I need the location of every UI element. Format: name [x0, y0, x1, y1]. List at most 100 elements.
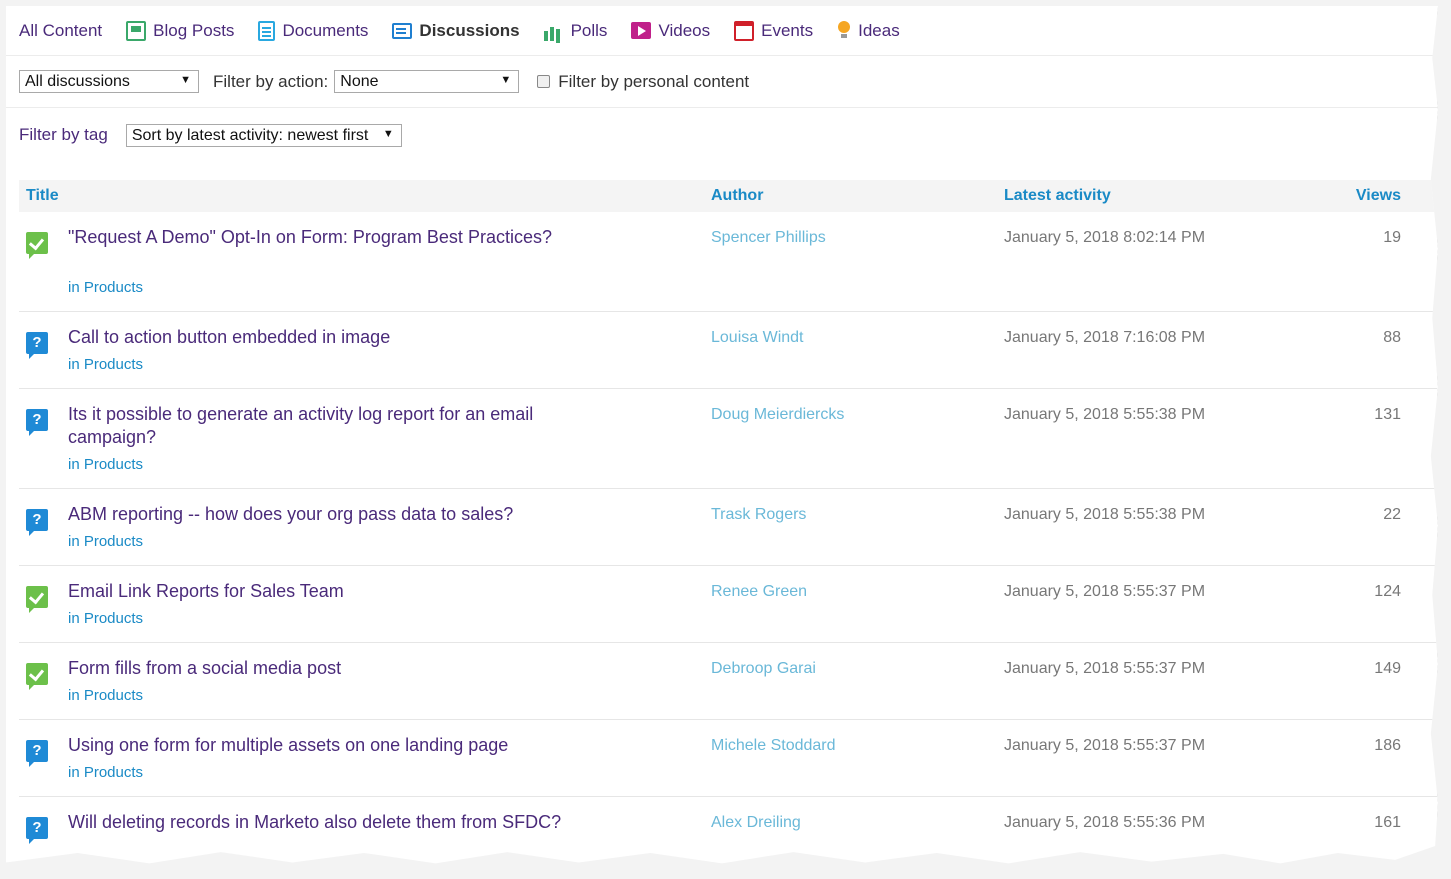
column-header-author[interactable]: Author	[711, 187, 763, 205]
discussion-title-link[interactable]: Email Link Reports for Sales Team	[68, 580, 568, 603]
answered-icon	[26, 586, 48, 613]
video-icon	[631, 22, 652, 39]
question-icon: ?	[26, 409, 48, 436]
latest-activity: January 5, 2018 7:16:08 PM	[1004, 329, 1206, 346]
view-count: 19	[1383, 229, 1401, 246]
place-link[interactable]: in Products	[68, 864, 143, 872]
discussion-title-link[interactable]: Using one form for multiple assets on on…	[68, 734, 568, 757]
author-link[interactable]: Debroop Garai	[711, 660, 816, 678]
author-link[interactable]: Louisa Windt	[711, 329, 804, 347]
discussion-scope-select[interactable]: All discussions ▼	[19, 70, 199, 93]
tab-label: Blog Posts	[153, 20, 235, 40]
tab-label: All Content	[19, 20, 103, 40]
tab-videos[interactable]: Videos	[631, 21, 710, 41]
tab-label: Documents	[282, 20, 369, 40]
view-count: 124	[1374, 583, 1401, 600]
tab-label: Discussions	[419, 20, 520, 40]
view-count: 131	[1374, 406, 1401, 423]
latest-activity: January 5, 2018 5:55:37 PM	[1004, 660, 1206, 677]
table-row: ? ABM reporting -- how does your org pas…	[19, 489, 1437, 566]
question-icon: ?	[26, 332, 48, 359]
discussion-list: "Request A Demo" Opt-In on Form: Program…	[19, 212, 1437, 872]
tab-discussions[interactable]: Discussions	[392, 20, 520, 41]
tab-label: Videos	[658, 20, 711, 40]
sort-bar: Filter by tag Sort by latest activity: n…	[6, 109, 1438, 161]
latest-activity: January 5, 2018 5:55:37 PM	[1004, 737, 1206, 754]
table-row: ? Using one form for multiple assets on …	[19, 720, 1437, 797]
discussion-title-link[interactable]: "Request A Demo" Opt-In on Form: Program…	[68, 226, 568, 249]
author-link[interactable]: Michele Stoddard	[711, 737, 836, 755]
tab-polls[interactable]: Polls	[543, 20, 608, 41]
table-row: "Request A Demo" Opt-In on Form: Program…	[19, 212, 1437, 312]
select-value: Sort by latest activity: newest first	[131, 126, 369, 144]
tab-all-content[interactable]: All Content	[19, 21, 102, 41]
tab-events[interactable]: Events	[734, 20, 814, 41]
tab-documents[interactable]: Documents	[258, 20, 369, 41]
blog-icon	[126, 20, 147, 41]
latest-activity: January 5, 2018 5:55:38 PM	[1004, 406, 1206, 423]
author-link[interactable]: Trask Rogers	[711, 506, 806, 524]
calendar-icon	[734, 20, 755, 41]
answered-icon	[26, 232, 48, 259]
caret-down-icon: ▼	[180, 74, 191, 86]
tab-blog-posts[interactable]: Blog Posts	[126, 20, 235, 41]
place-link[interactable]: in Products	[68, 764, 143, 781]
tab-label: Events	[761, 20, 814, 40]
place-link[interactable]: in Products	[68, 533, 143, 550]
tab-label: Ideas	[858, 20, 900, 40]
question-icon: ?	[26, 817, 48, 844]
table-row: ? Will deleting records in Marketo also …	[19, 797, 1437, 872]
filter-action-select[interactable]: None ▼	[334, 70, 520, 93]
content-panel: All Content Blog Posts Documents Discuss…	[6, 6, 1438, 872]
select-value: None	[340, 73, 379, 90]
author-link[interactable]: Spencer Phillips	[711, 229, 826, 247]
table-header: Title Author Latest activity Views	[19, 180, 1437, 212]
view-count: 161	[1374, 814, 1401, 831]
table-row: Form fills from a social media post in P…	[19, 643, 1437, 720]
document-icon	[258, 20, 276, 41]
latest-activity: January 5, 2018 5:55:36 PM	[1004, 814, 1206, 831]
author-link[interactable]: Alex Dreiling	[711, 814, 801, 832]
discussion-icon	[392, 22, 413, 39]
answered-icon	[26, 663, 48, 690]
question-icon: ?	[26, 740, 48, 767]
question-icon: ?	[26, 509, 48, 536]
place-link[interactable]: in Products	[68, 279, 143, 296]
caret-down-icon: ▼	[382, 127, 394, 140]
view-count: 186	[1374, 737, 1401, 754]
discussion-title-link[interactable]: ABM reporting -- how does your org pass …	[68, 503, 568, 526]
table-row: ? Its it possible to generate an activit…	[19, 389, 1437, 489]
discussion-title-link[interactable]: Call to action button embedded in image	[68, 326, 568, 349]
filter-by-tag-link[interactable]: Filter by tag	[19, 125, 108, 145]
poll-icon	[543, 21, 564, 41]
view-count: 88	[1383, 329, 1401, 346]
place-link[interactable]: in Products	[68, 356, 143, 373]
view-count: 22	[1383, 506, 1401, 523]
discussion-title-link[interactable]: Form fills from a social media post	[68, 657, 568, 680]
table-row: ? Call to action button embedded in imag…	[19, 312, 1437, 389]
tab-ideas[interactable]: Ideas	[837, 20, 900, 41]
author-link[interactable]: Doug Meierdiercks	[711, 406, 844, 424]
place-link[interactable]: in Products	[68, 610, 143, 627]
discussion-title-link[interactable]: Its it possible to generate an activity …	[68, 403, 568, 449]
table-row: Email Link Reports for Sales Team in Pro…	[19, 566, 1437, 643]
tab-label: Polls	[570, 20, 608, 40]
sort-select[interactable]: Sort by latest activity: newest first ▼	[125, 123, 402, 147]
discussion-title-link[interactable]: Will deleting records in Marketo also de…	[68, 811, 568, 834]
latest-activity: January 5, 2018 5:55:38 PM	[1004, 506, 1206, 523]
latest-activity: January 5, 2018 5:55:37 PM	[1004, 583, 1206, 600]
column-header-title[interactable]: Title	[26, 187, 59, 205]
content-type-tabs: All Content Blog Posts Documents Discuss…	[6, 6, 1438, 56]
filter-action-label: Filter by action:	[213, 71, 329, 91]
place-link[interactable]: in Products	[68, 456, 143, 473]
personal-content-checkbox[interactable]	[537, 75, 551, 88]
latest-activity: January 5, 2018 8:02:14 PM	[1004, 229, 1206, 246]
personal-content-label: Filter by personal content	[558, 71, 750, 91]
filter-bar: All discussions ▼ Filter by action: None…	[6, 56, 1438, 108]
column-header-latest-activity[interactable]: Latest activity	[1004, 187, 1111, 205]
author-link[interactable]: Renee Green	[711, 583, 807, 601]
place-link[interactable]: in Products	[68, 687, 143, 704]
column-header-views[interactable]: Views	[1356, 187, 1401, 205]
caret-down-icon: ▼	[500, 74, 512, 86]
select-value: All discussions	[25, 73, 130, 90]
